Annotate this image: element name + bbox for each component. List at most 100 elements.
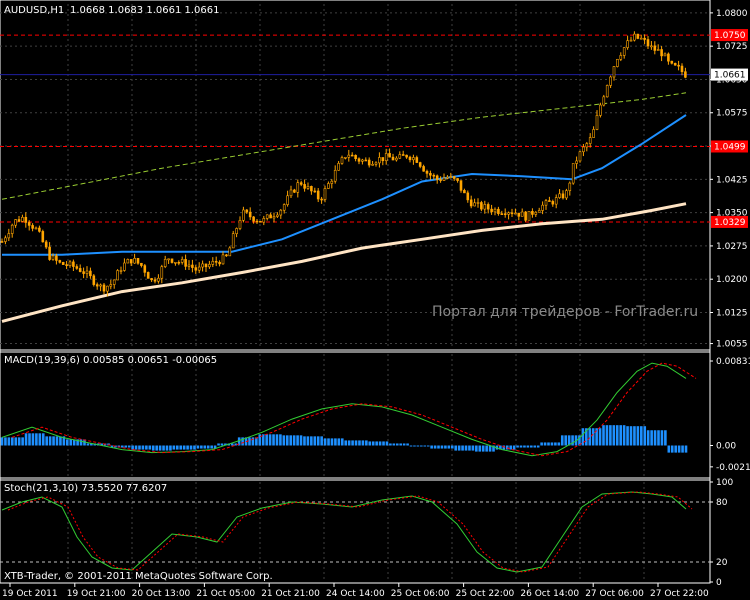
candle-body [537, 210, 541, 213]
macd-bar [21, 437, 24, 446]
macd-bar [138, 445, 141, 450]
macd-bar [279, 434, 282, 446]
candle-body [367, 159, 371, 166]
candle-body [612, 66, 616, 78]
candle-body [520, 211, 524, 217]
candle-body [72, 261, 75, 267]
candle-body [571, 163, 575, 184]
candle-body [279, 209, 283, 216]
macd-bar [265, 434, 268, 446]
macd-bar [35, 433, 38, 446]
macd-bar [464, 445, 468, 451]
macd-bar [550, 442, 554, 446]
macd-bar [344, 440, 348, 446]
candle-body [24, 216, 28, 223]
candle-body [92, 275, 96, 285]
macd-bar [155, 445, 158, 451]
macd-bar [337, 438, 341, 446]
macd-label: MACD(19,39,6) 0.00585 0.00651 -0.00065 [4, 355, 217, 366]
candle-body [503, 213, 507, 215]
time-tick-label: 19 Oct 2011 [2, 589, 58, 599]
macd-bar [382, 441, 385, 446]
macd-bar [612, 425, 616, 446]
candle-body [486, 204, 490, 210]
candle-body [422, 166, 425, 172]
candle-body [55, 255, 58, 261]
macd-bar [660, 430, 664, 446]
candle-body [673, 62, 677, 66]
candle-body [255, 220, 259, 223]
macd-bar [66, 439, 69, 446]
candle-body [75, 266, 79, 269]
macd-bar [4, 437, 7, 446]
macd-bar [626, 426, 629, 446]
time-tick-label: 26 Oct 14:00 [520, 589, 579, 599]
macd-bar [653, 430, 657, 446]
candle-body [524, 211, 527, 221]
candle-body [157, 277, 160, 282]
price-tick-label: 1.0425 [716, 175, 748, 185]
candle-body [629, 39, 633, 42]
candle-body [31, 225, 34, 229]
candle-body [660, 49, 663, 57]
candle-body [180, 259, 184, 263]
candle-body [7, 233, 11, 239]
macd-bar [598, 428, 602, 446]
macd-bar [38, 433, 42, 446]
macd-bar [591, 428, 595, 446]
macd-bar [52, 436, 55, 446]
macd-bar [530, 445, 533, 448]
macd-bar [371, 441, 375, 446]
candle-body [299, 182, 303, 185]
time-tick-label: 25 Oct 06:00 [391, 589, 450, 599]
candle-body [490, 208, 493, 213]
candle-body [541, 204, 544, 211]
macd-bar [389, 443, 392, 446]
macd-bar [351, 440, 354, 446]
candle-body [78, 268, 82, 272]
macd-bar [334, 438, 337, 446]
candle-body [99, 284, 102, 287]
candle-body [344, 156, 347, 159]
candle-body [585, 143, 589, 148]
candle-body [405, 154, 408, 158]
macd-bar [86, 443, 90, 446]
candle-body [418, 162, 422, 167]
candle-body [235, 228, 238, 234]
macd-bar [399, 443, 403, 446]
macd-bar [605, 425, 609, 446]
macd-bar [354, 440, 358, 446]
candle-body [225, 254, 228, 257]
candle-body [153, 279, 157, 282]
candle-body [677, 64, 680, 67]
macd-bar [268, 434, 272, 446]
macd-bar [28, 433, 31, 446]
candle-body [41, 231, 45, 243]
macd-bar [275, 434, 279, 446]
candle-body [262, 218, 266, 223]
candle-body [123, 262, 126, 271]
candle-body [510, 212, 514, 215]
macd-bar [162, 445, 165, 451]
candle-body [578, 151, 582, 162]
copyright-label: XTB-Trader, © 2001-2011 MetaQuotes Softw… [4, 571, 273, 582]
macd-bar [217, 443, 220, 446]
macd-bar [554, 442, 557, 446]
candle-body [653, 45, 657, 51]
candle-body [558, 193, 561, 198]
macd-bar [131, 445, 134, 450]
candle-body [174, 262, 177, 264]
macd-bar [327, 438, 330, 446]
grid-lines [0, 4, 710, 582]
macd-bar [320, 436, 323, 446]
candle-body [425, 170, 429, 174]
candle-body [388, 153, 391, 158]
candle-body [4, 237, 7, 242]
candle-body [473, 202, 476, 207]
candle-body [197, 266, 201, 271]
candle-body [605, 85, 609, 98]
candle-body [507, 212, 510, 215]
macd-bar [609, 425, 612, 446]
candle-body [140, 262, 143, 266]
candle-body [228, 247, 232, 257]
